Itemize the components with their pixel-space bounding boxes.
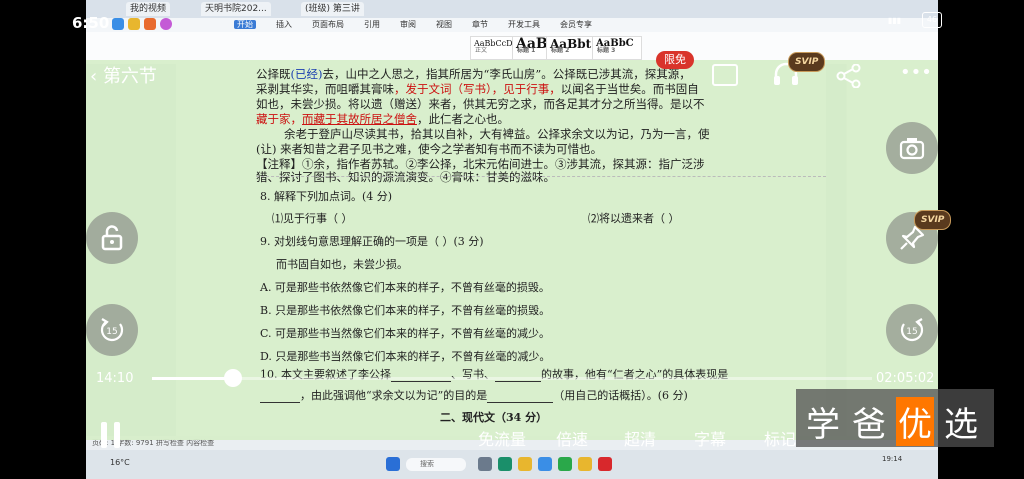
recorded-ribbon-menu: 开始 插入 页面布局 引用 审阅 视图 章节 开发工具 会员专享 xyxy=(86,18,938,32)
rec-style: AaBbt 标题 2 xyxy=(546,36,596,60)
quality-button[interactable]: 超清 xyxy=(624,426,656,450)
forward-15-button[interactable]: 15 xyxy=(886,304,938,356)
rewind-seconds: 15 xyxy=(106,327,117,337)
passage-line: 采剥其华实，而咀嚼其膏味，发于文词（写书），见于行事，以闻名于当世矣。而书固自 xyxy=(256,82,699,96)
recorded-browser-tabs: 我的视频 天明书院202... (班级) 第三讲 xyxy=(86,0,938,18)
rec-menu-item: 会员专享 xyxy=(560,20,592,29)
more-options-icon[interactable]: ••• xyxy=(900,62,932,83)
app-icon xyxy=(538,457,552,471)
question-9: 9. 对划线句意思理解正确的一项是（ ）(3 分) xyxy=(260,235,484,248)
unlock-icon xyxy=(101,225,123,251)
recorded-taskbar: 16°C 搜索 19:14 xyxy=(86,450,938,479)
signal-icon: ▮▮▮ xyxy=(888,16,902,25)
rec-menu-item: 章节 xyxy=(472,20,488,29)
screenshot-button[interactable] xyxy=(886,122,938,174)
rec-menu-item: 视图 xyxy=(436,20,452,29)
app-notification-icon xyxy=(128,18,140,30)
app-notification-icon xyxy=(112,18,124,30)
passage-line: 如也，未尝少损。将以遗（赠送）来者，供其无穷之求，而各足其才分之所当得。是以不 xyxy=(256,97,705,111)
rec-tab: 我的视频 xyxy=(126,2,171,16)
passage-line: 公择既(已经)去，山中之人思之，指其所居为“李氏山房”。公择既已涉其流，探其源， xyxy=(256,67,691,81)
option-b: B. 只是那些书依然像它们本来的样子，不曾有丝毫的损毁。 xyxy=(260,304,551,317)
question-8-b: ⑵将以遗来者（ ） xyxy=(588,212,680,225)
pause-icon[interactable] xyxy=(98,420,124,450)
document-page: 公择既(已经)去，山中之人思之，指其所居为“李氏山房”。公择既已涉其流，探其源，… xyxy=(86,60,938,440)
folder-icon xyxy=(518,457,532,471)
rec-menu-item: 开发工具 xyxy=(508,20,540,29)
rec-menu-item: 引用 xyxy=(364,20,380,29)
edge-icon xyxy=(498,457,512,471)
subtitle-button[interactable]: 字幕 xyxy=(694,426,726,450)
taskbar-clock: 19:14 xyxy=(882,455,903,463)
rec-style: AaBbCcDt 正文 xyxy=(470,36,516,60)
windows-start-icon xyxy=(386,457,400,471)
rec-style: AaBbC 标题 3 xyxy=(592,36,642,60)
screen-cast-icon[interactable] xyxy=(712,64,738,86)
rec-tab: (班级) 第三讲 xyxy=(301,2,364,16)
back-button[interactable]: ‹ 第六节 xyxy=(90,62,157,88)
progress-fill xyxy=(152,377,234,380)
svip-badge: SVIP xyxy=(788,52,826,72)
phone-clock: 6:50 xyxy=(72,14,110,32)
app-notification-icon xyxy=(160,18,172,30)
rec-menu-item: 页面布局 xyxy=(312,20,344,29)
question-10-line2: ​，由此强调他“求余文以为记”的目的是​（用自己的话概括）。(6 分) xyxy=(260,387,688,403)
data-saver-button[interactable]: 免流量 xyxy=(478,426,526,450)
app-icon xyxy=(558,457,572,471)
wps-icon xyxy=(598,457,612,471)
phone-notification-icons xyxy=(112,15,172,34)
rewind-15-button[interactable]: 15 xyxy=(86,304,138,356)
passage-line: 余老于登庐山尽读其书，拾其以自补，大有裨益。公择求余文以为记，乃为一言，使 xyxy=(284,127,710,141)
page-break-line xyxy=(256,176,826,177)
chevron-left-icon: ‹ xyxy=(90,66,98,87)
question-8-a: ⑴见于行事（ ） xyxy=(272,212,353,225)
option-a: A. 可是那些书依然像它们本来的样子，不曾有丝毫的损毁。 xyxy=(260,281,550,294)
forward-seconds: 15 xyxy=(906,327,917,337)
speed-button[interactable]: 倍速 xyxy=(556,426,588,450)
weather-text: 16°C xyxy=(110,458,130,467)
free-badge: 限免 xyxy=(656,51,694,69)
passage-line: 藏于家，而藏于其故所居之僧舍，此仁者之心也。 xyxy=(256,112,509,126)
share-icon[interactable] xyxy=(836,64,862,88)
rec-menu-item: 审阅 xyxy=(400,20,416,29)
video-player: 我的视频 天明书院202... (班级) 第三讲 开始 插入 页面布局 引用 审阅 视图 章… xyxy=(0,0,1024,479)
rec-menu-item: 插入 xyxy=(276,20,292,29)
total-time: 02:05:02 xyxy=(876,371,935,386)
progress-bar[interactable] xyxy=(152,369,872,387)
bookmark-button[interactable]: 标记 xyxy=(764,426,796,450)
rec-menu-item: 开始 xyxy=(234,20,256,29)
note-line: 猎、探讨了图书、知识的源流演变。④膏味：甘美的滋味。 xyxy=(256,170,555,184)
camera-icon xyxy=(899,138,925,160)
rewind-icon: 15 xyxy=(100,318,124,342)
app-icon xyxy=(578,457,592,471)
message-icon xyxy=(144,18,156,30)
battery-indicator: 46 xyxy=(922,12,942,28)
option-d: D. 只是那些书当然像它们本来的样子，不曾有丝毫的减少。 xyxy=(260,350,551,363)
lock-button[interactable] xyxy=(86,212,138,264)
question-8: 8. 解释下列加点词。(4 分) xyxy=(260,190,393,203)
lesson-title: 第六节 xyxy=(102,66,157,87)
rec-tab: 天明书院202... xyxy=(201,2,271,16)
option-c: C. 可是那些书当然像它们本来的样子，不曾有丝毫的减少。 xyxy=(260,327,551,340)
watermark-logo: 学 爸 优 选 xyxy=(796,389,994,447)
passage-line: (让) 来者知昔之君子见书之难，使今之学者知有书而不读为可惜也。 xyxy=(256,142,603,156)
taskbar-search: 搜索 xyxy=(406,458,466,471)
question-9-sentence: 而书固自如也，未尝少损。 xyxy=(276,258,408,271)
taskview-icon xyxy=(478,457,492,471)
section-heading: 二、现代文（34 分） xyxy=(440,411,548,424)
svip-badge: SVIP xyxy=(914,210,952,230)
forward-icon: 15 xyxy=(900,318,924,342)
rec-style: AaBl 标题 1 xyxy=(512,36,553,60)
current-time: 14:10 xyxy=(96,371,134,386)
